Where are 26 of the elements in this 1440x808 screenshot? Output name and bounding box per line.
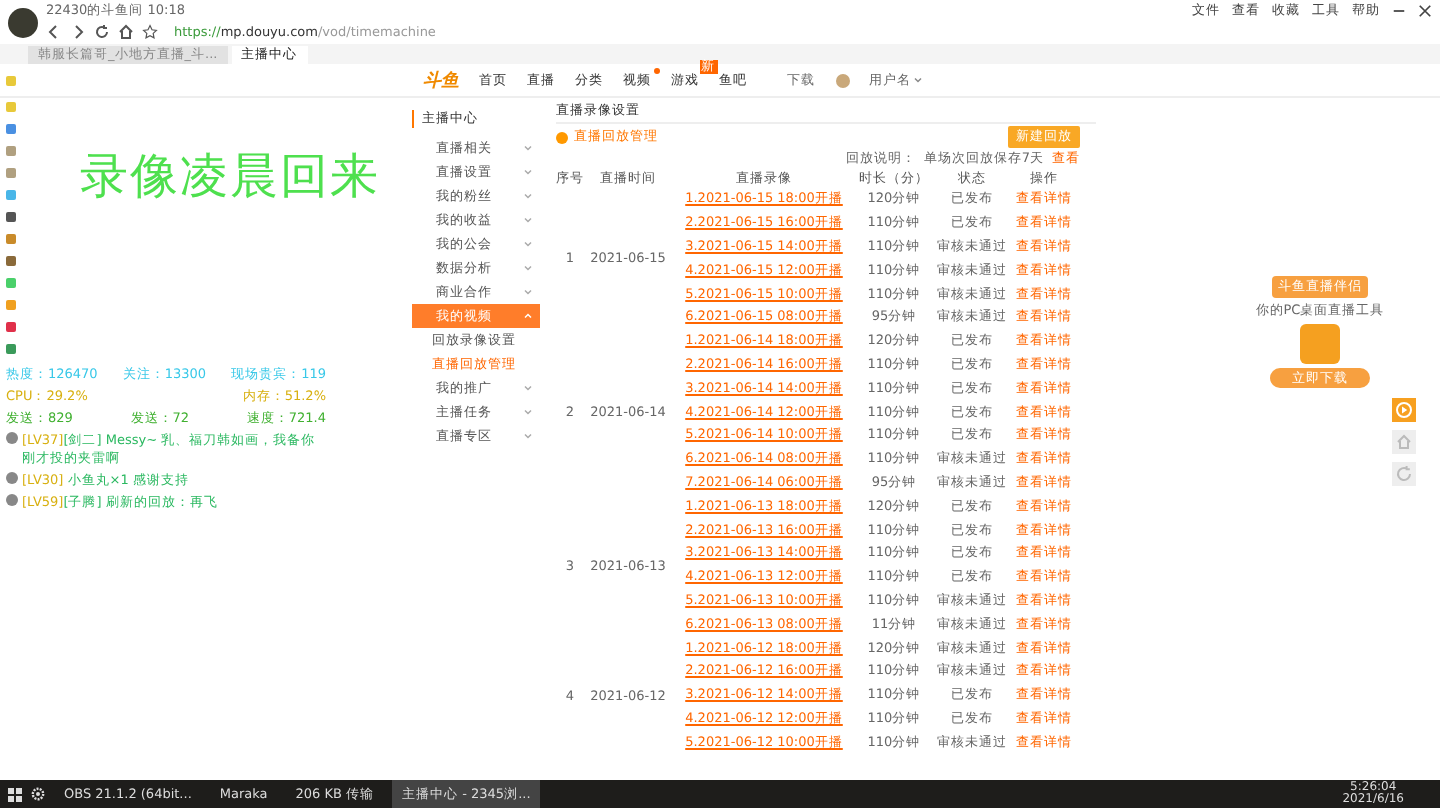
app-icon[interactable]: [6, 256, 16, 266]
close-icon[interactable]: [1418, 4, 1432, 18]
user-icon: [6, 432, 18, 444]
avatar-icon: [8, 7, 38, 37]
section-icon: [556, 131, 568, 143]
app-icon[interactable]: [6, 168, 16, 178]
app-icon[interactable]: [6, 322, 16, 332]
minimize-icon[interactable]: [1392, 4, 1406, 18]
home-icon[interactable]: [118, 24, 134, 40]
caret-icon: [911, 74, 924, 86]
user-avatar[interactable]: [835, 73, 850, 87]
app-icon[interactable]: [6, 124, 16, 134]
app-icon[interactable]: [6, 212, 16, 222]
forward-icon[interactable]: [70, 24, 86, 40]
overlay-caption: 录像凌晨回来: [80, 146, 380, 208]
settings-icon[interactable]: [30, 786, 46, 802]
back-icon[interactable]: [46, 24, 62, 40]
app-icon[interactable]: [6, 146, 16, 156]
app-icon[interactable]: [6, 234, 16, 244]
refresh-icon[interactable]: [94, 24, 110, 40]
star-icon[interactable]: [142, 24, 158, 40]
video-icon[interactable]: [1392, 398, 1416, 422]
app-icon[interactable]: [6, 344, 16, 354]
start-icon[interactable]: [8, 787, 22, 801]
app-logo-icon: [1300, 324, 1340, 364]
site-logo[interactable]: 斗鱼: [423, 67, 460, 93]
